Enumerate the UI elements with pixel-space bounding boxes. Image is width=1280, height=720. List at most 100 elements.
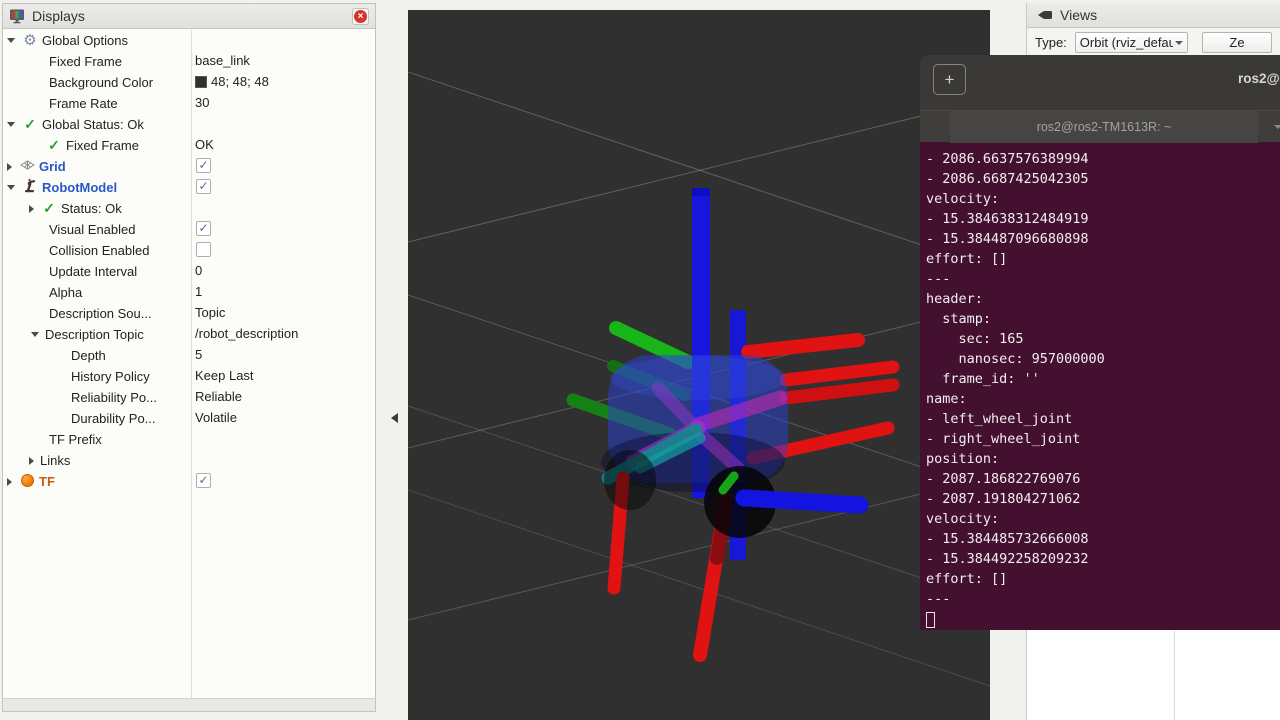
property-label: Depth xyxy=(71,348,106,363)
terminal-line: - 2087.186822769076 xyxy=(926,469,1280,489)
expand-right-icon[interactable] xyxy=(29,205,34,213)
terminal-line: frame_id: '' xyxy=(926,369,1280,389)
property-value[interactable]: /robot_description xyxy=(195,323,298,344)
terminal-line: --- xyxy=(926,269,1280,289)
property-label: Fixed Frame xyxy=(49,54,122,69)
color-swatch xyxy=(195,76,207,88)
terminal-headerbar[interactable]: + ros2@ xyxy=(920,55,1280,110)
property-value[interactable]: 5 xyxy=(195,344,202,365)
chevron-down-icon xyxy=(1175,41,1183,45)
views-titlebar: Views xyxy=(1027,3,1280,28)
terminal-body[interactable]: - 2086.6637576389994- 2086.6687425042305… xyxy=(920,142,1280,630)
collapse-panel-arrow-icon[interactable] xyxy=(391,413,398,423)
display-row-reliability-po[interactable]: Reliability Po... Reliable xyxy=(3,386,375,407)
property-value[interactable]: 1 xyxy=(195,281,202,302)
plus-icon: + xyxy=(945,70,955,89)
display-row-global-status-ok[interactable]: ✓Global Status: Ok xyxy=(3,113,375,134)
property-value[interactable]: Keep Last xyxy=(195,365,254,386)
terminal-line: header: xyxy=(926,289,1280,309)
display-row-visual-enabled[interactable]: Visual Enabled✓ xyxy=(3,218,375,239)
display-row-tf-prefix[interactable]: TF Prefix xyxy=(3,428,375,449)
property-value[interactable]: 48; 48; 48 xyxy=(195,71,269,92)
displays-hscrollbar[interactable] xyxy=(3,698,375,711)
display-row-links[interactable]: Links xyxy=(3,449,375,470)
terminal-line: - 2086.6637576389994 xyxy=(926,149,1280,169)
terminal-line: stamp: xyxy=(926,309,1280,329)
expand-down-icon[interactable] xyxy=(7,122,15,127)
terminal-tab[interactable]: ros2@ros2-TM1613R: ~ xyxy=(950,111,1258,143)
property-label: Fixed Frame xyxy=(66,138,139,153)
display-row-update-interval[interactable]: Update Interval0 xyxy=(3,260,375,281)
expand-right-icon[interactable] xyxy=(7,163,12,171)
display-row-history-policy[interactable]: History PolicyKeep Last xyxy=(3,365,375,386)
property-value[interactable]: OK xyxy=(195,134,214,155)
views-panel-title: Views xyxy=(1060,7,1097,23)
property-label: Alpha xyxy=(49,285,82,300)
display-row-tf[interactable]: TF ✓ xyxy=(3,470,375,491)
property-value[interactable]: Volatile xyxy=(195,407,237,428)
terminal-line: velocity: xyxy=(926,189,1280,209)
3d-viewport[interactable] xyxy=(408,10,990,720)
terminal-line: name: xyxy=(926,389,1280,409)
terminal-line: position: xyxy=(926,449,1280,469)
display-row-frame-rate[interactable]: Frame Rate30 xyxy=(3,92,375,113)
terminal-line: nanosec: 957000000 xyxy=(926,349,1280,369)
display-row-collision-enabled[interactable]: Collision Enabled xyxy=(3,239,375,260)
display-row-robotmodel[interactable]: RobotModel ✓ xyxy=(3,176,375,197)
display-row-description-sou[interactable]: Description Sou... Topic xyxy=(3,302,375,323)
property-label: Durability Po... xyxy=(71,411,156,426)
property-label: Global Status: Ok xyxy=(42,117,144,132)
terminal-window-title: ros2@ xyxy=(1238,71,1280,86)
property-label: TF Prefix xyxy=(49,432,102,447)
display-row-fixed-frame[interactable]: ✓Fixed FrameOK xyxy=(3,134,375,155)
gear-icon: ⚙ xyxy=(21,33,39,48)
property-label: Grid xyxy=(39,159,66,174)
display-row-global-options[interactable]: ⚙Global Options xyxy=(3,29,375,50)
view-type-combobox[interactable]: Orbit (rviz_defau xyxy=(1075,32,1188,53)
property-value[interactable]: 0 xyxy=(195,260,202,281)
checkbox-checked[interactable]: ✓ xyxy=(196,221,211,236)
view-type-label: Type: xyxy=(1035,35,1067,50)
property-label: Status: Ok xyxy=(61,201,122,216)
property-label: Description Sou... xyxy=(49,306,152,321)
new-tab-button[interactable]: + xyxy=(933,64,966,95)
property-label: Reliability Po... xyxy=(71,390,157,405)
display-row-fixed-frame[interactable]: Fixed Frame base_link xyxy=(3,50,375,71)
property-label: Description Topic xyxy=(45,327,144,342)
checkbox-unchecked[interactable] xyxy=(196,242,211,257)
display-row-status-ok[interactable]: ✓Status: Ok xyxy=(3,197,375,218)
expand-down-icon[interactable] xyxy=(31,332,39,337)
property-value[interactable]: Reliable xyxy=(195,386,242,407)
displays-monitor-icon xyxy=(9,8,25,24)
expand-down-icon[interactable] xyxy=(7,38,15,43)
property-value[interactable]: Topic xyxy=(195,302,225,323)
expand-right-icon[interactable] xyxy=(29,457,34,465)
expand-down-icon[interactable] xyxy=(7,185,15,190)
expand-right-icon[interactable] xyxy=(7,478,12,486)
property-value[interactable]: 30 xyxy=(195,92,209,113)
close-icon: × xyxy=(354,10,367,23)
terminal-line: - 2087.191804271062 xyxy=(926,489,1280,509)
views-camera-icon xyxy=(1037,8,1053,22)
terminal-line: - right_wheel_joint xyxy=(926,429,1280,449)
property-value[interactable]: base_link xyxy=(195,50,250,71)
checkbox-checked[interactable]: ✓ xyxy=(196,473,211,488)
terminal-line: - 15.384638312484919 xyxy=(926,209,1280,229)
display-row-background-color[interactable]: Background Color48; 48; 48 xyxy=(3,71,375,92)
display-row-durability-po[interactable]: Durability Po... Volatile xyxy=(3,407,375,428)
display-row-grid[interactable]: Grid ✓ xyxy=(3,155,375,176)
zero-button[interactable]: Ze xyxy=(1202,32,1272,53)
property-label: TF xyxy=(39,474,55,489)
property-label: Global Options xyxy=(42,33,128,48)
displays-close-button[interactable]: × xyxy=(352,8,369,25)
display-row-description-topic[interactable]: Description Topic/robot_description xyxy=(3,323,375,344)
terminal-line: velocity: xyxy=(926,509,1280,529)
terminal-line: sec: 165 xyxy=(926,329,1280,349)
checkbox-checked[interactable]: ✓ xyxy=(196,179,211,194)
terminal-line: - 15.384487096680898 xyxy=(926,229,1280,249)
tab-chevron-down-icon[interactable] xyxy=(1274,125,1280,129)
display-row-alpha[interactable]: Alpha 1 xyxy=(3,281,375,302)
checkbox-checked[interactable]: ✓ xyxy=(196,158,211,173)
display-row-depth[interactable]: Depth 5 xyxy=(3,344,375,365)
property-label: RobotModel xyxy=(42,180,117,195)
